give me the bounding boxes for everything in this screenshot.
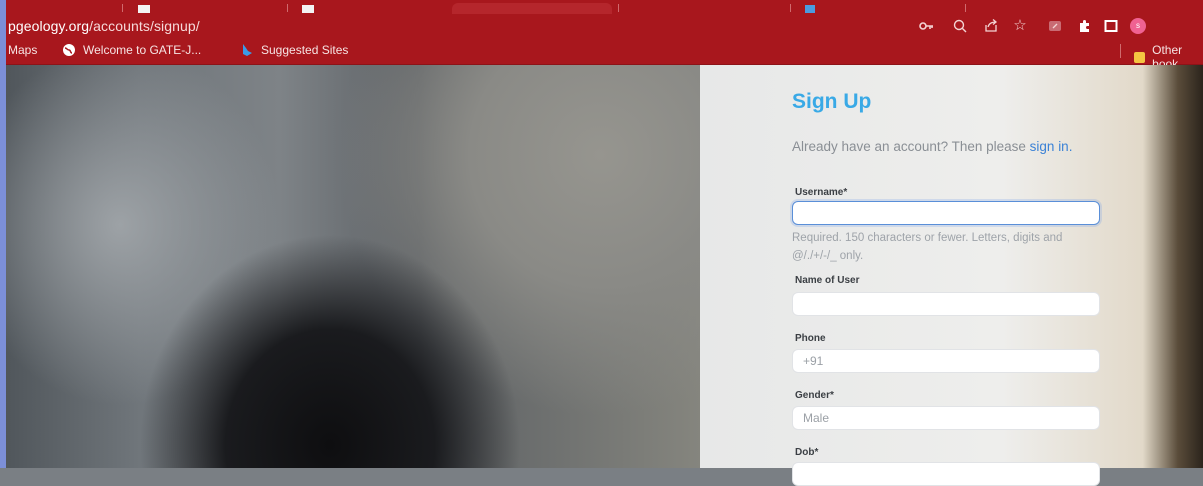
name-of-user-label: Name of User — [795, 275, 860, 286]
gender-select[interactable] — [792, 406, 1100, 430]
bookmark-label: Welcome to GATE-J... — [83, 43, 202, 57]
tab-strip — [0, 0, 1203, 14]
tab[interactable] — [292, 3, 452, 14]
username-help-text: Required. 150 characters or fewer. Lette… — [792, 232, 1063, 262]
tab[interactable] — [622, 3, 782, 14]
profile-avatar[interactable]: s — [1130, 18, 1146, 34]
username-input[interactable] — [792, 201, 1100, 225]
page-icon — [138, 5, 150, 13]
signin-link[interactable]: sign in. — [1030, 139, 1073, 154]
puzzle-icon[interactable] — [1077, 18, 1093, 34]
tab-active[interactable] — [452, 3, 612, 14]
url-host: pgeology.org — [8, 18, 90, 34]
tab[interactable] — [795, 3, 955, 14]
side-panel-icon[interactable] — [1103, 18, 1119, 34]
dob-input[interactable] — [792, 462, 1100, 486]
page-icon — [805, 5, 815, 13]
tab[interactable] — [0, 3, 110, 14]
tab-separator — [790, 4, 791, 12]
dob-label: Dob* — [795, 447, 819, 458]
gender-label: Gender* — [795, 390, 834, 401]
bookmarks-bar: Maps Welcome to GATE-J... Suggested Site… — [0, 38, 1203, 71]
page-title: Sign Up — [792, 90, 872, 113]
zoom-icon[interactable] — [952, 18, 968, 34]
page-icon — [302, 5, 314, 13]
tab-separator — [287, 4, 288, 12]
tab[interactable] — [128, 3, 278, 14]
bookmark-suggested-sites[interactable]: Suggested Sites — [240, 43, 348, 57]
bookmark-label: Maps — [8, 43, 38, 57]
blurred-background-image — [0, 65, 700, 468]
bing-icon — [240, 43, 254, 57]
name-of-user-input[interactable] — [792, 292, 1100, 316]
share-icon[interactable] — [983, 18, 999, 34]
bookmark-label: Suggested Sites — [261, 43, 349, 57]
phone-input[interactable] — [792, 349, 1100, 373]
key-icon[interactable] — [918, 18, 934, 34]
url-text[interactable]: pgeology.org/accounts/signup/ — [8, 18, 200, 34]
username-label: Username* — [795, 187, 848, 198]
tab-separator — [965, 4, 966, 12]
tab-separator — [122, 4, 123, 12]
address-bar[interactable]: pgeology.org/accounts/signup/ ☆ s — [0, 14, 1203, 38]
phone-label: Phone — [795, 333, 826, 344]
bookmark-gate[interactable]: Welcome to GATE-J... — [62, 43, 201, 57]
signin-prompt-text: Already have an account? Then please — [792, 139, 1030, 154]
signin-prompt: Already have an account? Then please sig… — [792, 137, 1132, 156]
bookmark-maps[interactable]: Maps — [8, 43, 37, 57]
extension-icon[interactable] — [1047, 18, 1063, 34]
star-icon[interactable]: ☆ — [1012, 18, 1028, 34]
globe-icon — [62, 43, 76, 57]
url-path: /accounts/signup/ — [89, 18, 200, 34]
bookmarks-separator — [1120, 44, 1121, 58]
folder-icon — [1134, 51, 1146, 63]
tab-separator — [618, 4, 619, 12]
